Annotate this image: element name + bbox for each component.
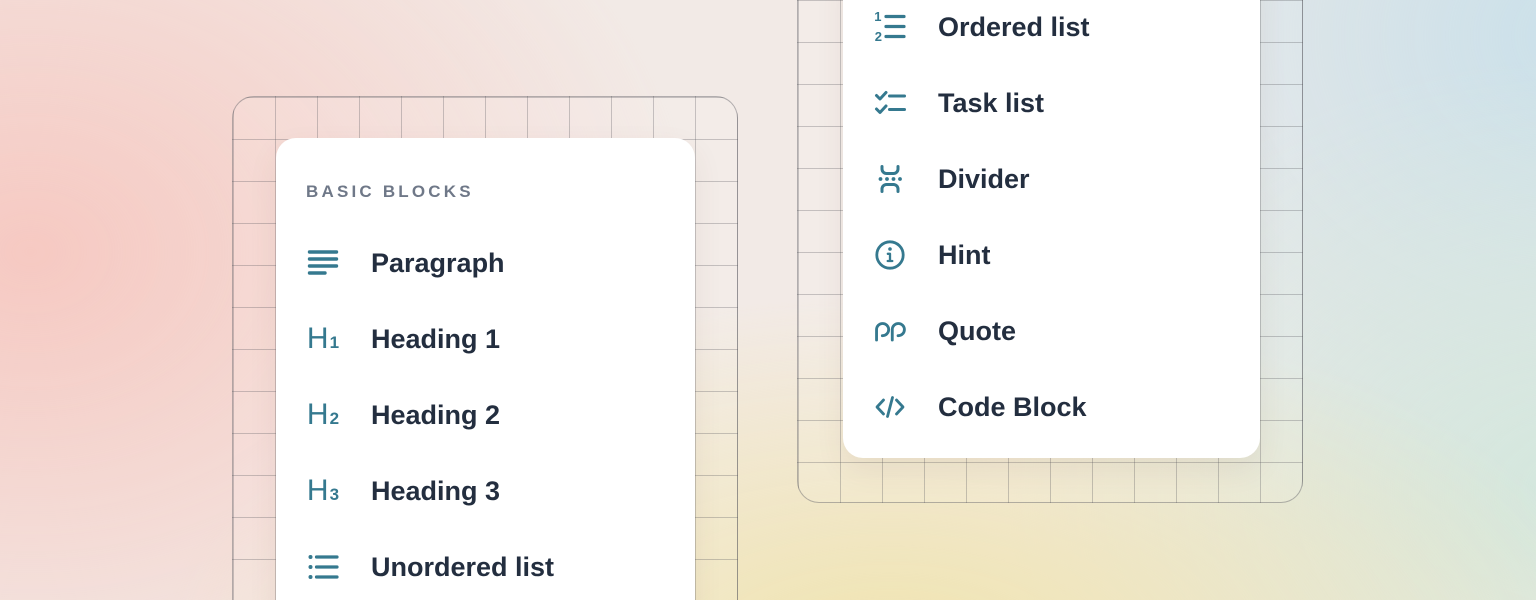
basic-blocks-card: BASIC BLOCKS Paragraph H1 Heading 1 <box>276 138 695 600</box>
menu-item-paragraph[interactable]: Paragraph <box>276 225 695 301</box>
divider-icon <box>872 161 908 197</box>
menu-item-label: Heading 3 <box>371 476 500 507</box>
background-gradient: { "colors": { "icon": "#35798F", "label"… <box>0 0 1536 600</box>
menu-item-unordered-list[interactable]: Unordered list <box>276 529 695 600</box>
menu-item-label: Heading 2 <box>371 400 500 431</box>
svg-text:2: 2 <box>875 29 882 44</box>
hint-icon <box>872 237 908 273</box>
menu-item-label: Unordered list <box>371 552 554 583</box>
menu-item-heading-1[interactable]: H1 Heading 1 <box>276 301 695 377</box>
menu-item-quote[interactable]: Quote <box>843 293 1260 369</box>
menu-item-label: Quote <box>938 316 1016 347</box>
heading-3-icon: H3 <box>305 473 341 509</box>
menu-item-hint[interactable]: Hint <box>843 217 1260 293</box>
menu-item-ordered-list[interactable]: 1 2 Ordered list <box>843 0 1260 65</box>
heading-1-icon: H1 <box>305 321 341 357</box>
menu-item-label: Divider <box>938 164 1030 195</box>
heading-2-icon: H2 <box>305 397 341 433</box>
menu-item-divider[interactable]: Divider <box>843 141 1260 217</box>
menu-item-label: Ordered list <box>938 12 1090 43</box>
blocks-menu-card: 1 2 Ordered list Task list <box>843 0 1260 458</box>
menu-item-label: Paragraph <box>371 248 505 279</box>
menu-item-label: Heading 1 <box>371 324 500 355</box>
quote-icon <box>872 313 908 349</box>
basic-blocks-menu: Paragraph H1 Heading 1 H2 Heading 2 H3 <box>276 225 695 600</box>
menu-item-code-block[interactable]: Code Block <box>843 369 1260 445</box>
menu-item-label: Code Block <box>938 392 1087 423</box>
card-title: BASIC BLOCKS <box>306 174 695 210</box>
menu-item-heading-3[interactable]: H3 Heading 3 <box>276 453 695 529</box>
svg-text:1: 1 <box>874 9 881 24</box>
code-block-icon <box>872 389 908 425</box>
blocks-menu: 1 2 Ordered list Task list <box>843 0 1260 445</box>
ordered-list-icon: 1 2 <box>872 9 908 45</box>
paragraph-icon <box>305 245 341 281</box>
menu-item-heading-2[interactable]: H2 Heading 2 <box>276 377 695 453</box>
menu-item-label: Task list <box>938 88 1044 119</box>
menu-item-label: Hint <box>938 240 990 271</box>
menu-item-task-list[interactable]: Task list <box>843 65 1260 141</box>
task-list-icon <box>872 85 908 121</box>
unordered-list-icon <box>305 549 341 585</box>
